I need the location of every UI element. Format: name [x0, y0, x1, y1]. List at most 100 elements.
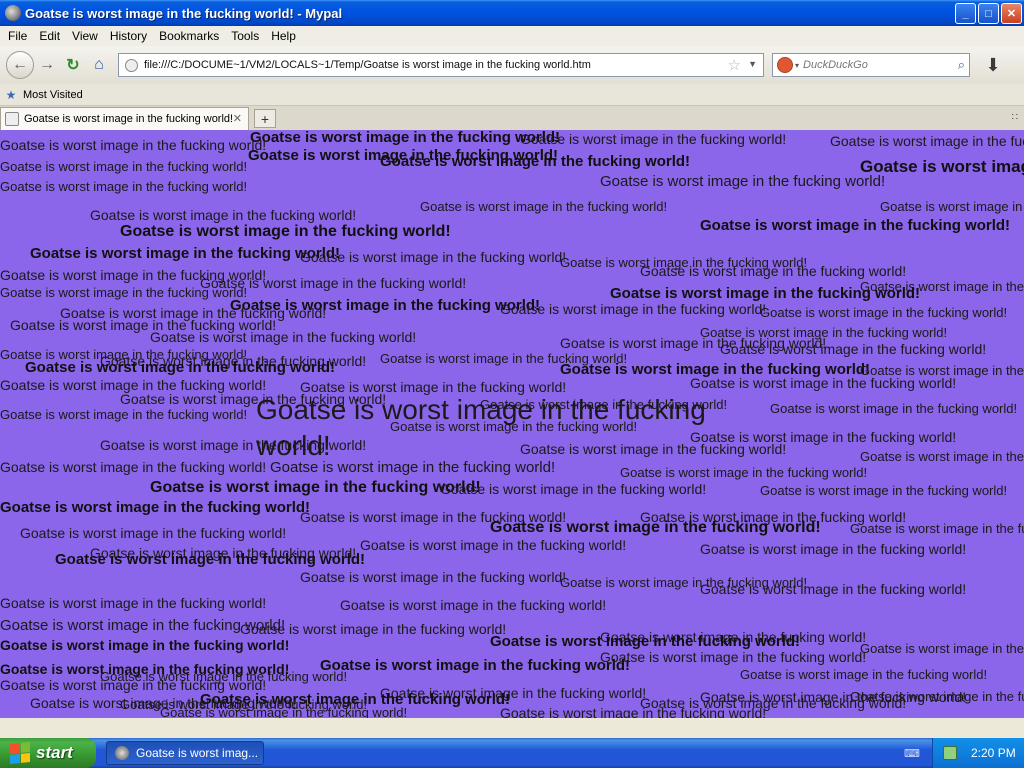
repeated-phrase: Goatse is worst image in the fucking wor…	[700, 217, 1011, 234]
repeated-phrase: Goatse is worst image in the fucking wor…	[20, 525, 287, 541]
page-identity-icon[interactable]	[125, 58, 138, 72]
repeated-phrase: Goatse is worst image in the fucking wor…	[490, 633, 801, 650]
repeated-phrase: Goatse is worst image in the fucking wor…	[640, 263, 907, 279]
repeated-phrase: Goatse is worst image in the fucking wor…	[320, 657, 631, 674]
tab-close-icon[interactable]: ✕	[233, 112, 242, 125]
home-button[interactable]: ⌂	[86, 52, 112, 78]
taskbar-window-label: Goatse is worst imag...	[136, 746, 259, 760]
repeated-phrase: Goatse is worst image in the fucking wor…	[150, 479, 481, 496]
repeated-phrase: Goatse is worst image in the fucking wor…	[30, 245, 341, 262]
tab-active[interactable]: Goatse is worst image in the fucking wor…	[0, 107, 249, 130]
home-icon: ⌂	[94, 56, 104, 73]
search-input[interactable]	[803, 59, 934, 71]
reload-icon: ↻	[66, 57, 80, 74]
maximize-button[interactable]: □	[978, 3, 999, 24]
new-tab-button[interactable]: +	[254, 109, 276, 128]
repeated-phrase: Goatse is worst image in the fucking wor…	[490, 519, 821, 536]
repeated-phrase: Goatse is worst image in the fucking wor…	[610, 285, 921, 302]
repeated-phrase: Goatse is worst image in the fucking wor…	[0, 637, 290, 653]
repeated-phrase: Goatse is worst image in the fucking wor…	[850, 521, 1024, 536]
taskbar: start Goatse is worst imag... ⌨ 2:20 PM	[0, 738, 1024, 768]
repeated-phrase: Goatse is worst image in the fucking wor…	[90, 207, 357, 223]
repeated-phrase: Goatse is worst image in the fucking wor…	[250, 130, 561, 146]
minimize-button[interactable]: _	[955, 3, 976, 24]
repeated-phrase: Goatse is worst image in the fucking wor…	[0, 159, 248, 174]
repeated-phrase: Goatse is worst image in the fucking wor…	[860, 449, 1024, 464]
menu-file[interactable]: File	[2, 29, 33, 43]
repeated-phrase: Goatse is worst image in the fucking wor…	[500, 301, 767, 317]
taskbar-window-button[interactable]: Goatse is worst imag...	[106, 741, 264, 765]
clock[interactable]: 2:20 PM	[971, 746, 1016, 760]
page-content: Goatse is worst image in the fucking wor…	[0, 130, 1024, 718]
menu-help[interactable]: Help	[265, 29, 302, 43]
repeated-phrase: Goatse is worst image in the fucking wor…	[300, 249, 567, 265]
repeated-phrase: Goatse is worst image in the fucking wor…	[700, 581, 967, 597]
search-icon[interactable]: ⌕	[958, 57, 965, 73]
network-tray-icon[interactable]	[943, 746, 957, 760]
bookmark-star-icon[interactable]: ☆	[728, 56, 741, 74]
repeated-phrase: Goatse is worst image in the fucking wor…	[830, 133, 1024, 149]
mypal-taskbar-icon	[115, 746, 129, 760]
most-visited-icon[interactable]: ★	[4, 88, 18, 102]
menu-bookmarks[interactable]: Bookmarks	[153, 29, 225, 43]
plus-icon: +	[260, 110, 270, 127]
downloads-button[interactable]: ⬇	[978, 51, 1008, 79]
repeated-phrase: Goatse is worst image in the fucking wor…	[55, 551, 366, 568]
forward-button[interactable]: →	[34, 52, 60, 78]
repeated-phrase: Goatse is worst image in the fucking wor…	[640, 695, 907, 711]
mypal-app-icon[interactable]	[5, 5, 21, 21]
repeated-phrase: Goatse is worst image in the fucking wor…	[25, 359, 336, 376]
menu-history[interactable]: History	[104, 29, 153, 43]
repeated-phrase: Goatse is worst image in the fucking wor…	[690, 375, 957, 391]
repeated-phrase: Goatse is worst image in the fucking wor…	[0, 407, 248, 422]
repeated-phrase: Goatse is worst image in the fucking wor…	[740, 667, 988, 682]
repeated-phrase: Goatse is worst image in the fucking wor…	[720, 341, 987, 357]
close-button[interactable]: ✕	[1001, 3, 1022, 24]
repeated-phrase: Goatse is worst image in the fucking wor…	[0, 677, 267, 693]
back-button[interactable]: ←	[6, 51, 34, 79]
forward-arrow-icon: →	[39, 56, 55, 73]
title-bar[interactable]: Goatse is worst image in the fucking wor…	[0, 0, 1024, 26]
address-bar[interactable]: file:///C:/DOCUME~1/VM2/LOCALS~1/Temp/Go…	[118, 53, 764, 77]
reload-button[interactable]: ↻	[60, 52, 86, 78]
menu-edit[interactable]: Edit	[33, 29, 66, 43]
repeated-phrase: Goatse is worst image in the fucking wor…	[150, 329, 417, 345]
repeated-phrase: Goatse is worst image in the fucking wor…	[600, 173, 886, 190]
window-title: Goatse is worst image in the fucking wor…	[25, 5, 343, 21]
tab-strip: Goatse is worst image in the fucking wor…	[0, 106, 1024, 130]
repeated-phrase: Goatse is worst image in the fucking wor…	[600, 649, 867, 665]
url-text[interactable]: file:///C:/DOCUME~1/VM2/LOCALS~1/Temp/Go…	[144, 59, 591, 71]
windows-logo-icon	[10, 741, 30, 765]
search-engine-dropdown-icon[interactable]: ▾	[795, 61, 799, 70]
repeated-phrase: Goatse is worst image in the fucking wor…	[240, 621, 507, 637]
repeated-phrase: Goatse is worst image in the fucking wor…	[0, 459, 267, 475]
menu-view[interactable]: View	[66, 29, 104, 43]
repeated-phrase: Goatse is worst image in the fucking wor…	[760, 483, 1008, 498]
repeated-phrase: Goatse is worst image in the fucking wor…	[0, 285, 248, 300]
system-tray: 2:20 PM	[932, 738, 1024, 768]
repeated-phrase: Goatse is worst image in the fucking wor…	[770, 401, 1018, 416]
repeated-phrase: Goatse is worst image in the fucking wor…	[420, 199, 668, 214]
search-box[interactable]: ▾ ⌕	[772, 53, 970, 77]
download-arrow-icon: ⬇	[985, 54, 1001, 75]
repeated-phrase: Goatse is worst image in the fucking wor…	[760, 305, 1008, 320]
repeated-phrase: Goatse is worst image in the fucking wor…	[360, 537, 627, 553]
keyboard-icon[interactable]: ⌨	[904, 747, 920, 760]
duckduckgo-icon[interactable]	[777, 57, 793, 73]
repeated-phrase: Goatse is worst image in the fucking wor…	[0, 499, 311, 516]
repeated-phrase: Goatse is worst image in the fucking wor…	[160, 705, 408, 718]
menu-tools[interactable]: Tools	[225, 29, 265, 43]
list-all-tabs-icon[interactable]: ∷	[1012, 112, 1018, 123]
start-button[interactable]: start	[0, 738, 96, 768]
url-dropdown-icon[interactable]: ▼	[748, 59, 757, 69]
repeated-phrase: Goatse is worst image in the fucking wor…	[340, 597, 607, 613]
repeated-phrase: Goatse is worst image in the fucking wor…	[0, 377, 267, 393]
menu-bar: File Edit View History Bookmarks Tools H…	[0, 26, 1024, 46]
repeated-phrase: Goatse is worst image in the fucking wor…	[300, 569, 567, 585]
repeated-phrase: Goatse is worst image in the fucking wor…	[440, 481, 707, 497]
repeated-phrase: Goatse is worst image in the fucking wor…	[0, 595, 267, 611]
bookmark-most-visited[interactable]: Most Visited	[23, 89, 83, 101]
tab-label: Goatse is worst image in the fucking wor…	[24, 113, 234, 125]
repeated-phrase: Goatse is worst image in the fucking wor…	[860, 641, 1024, 656]
large-phrase: Goatse is worst image in the fucking wor…	[256, 394, 706, 462]
